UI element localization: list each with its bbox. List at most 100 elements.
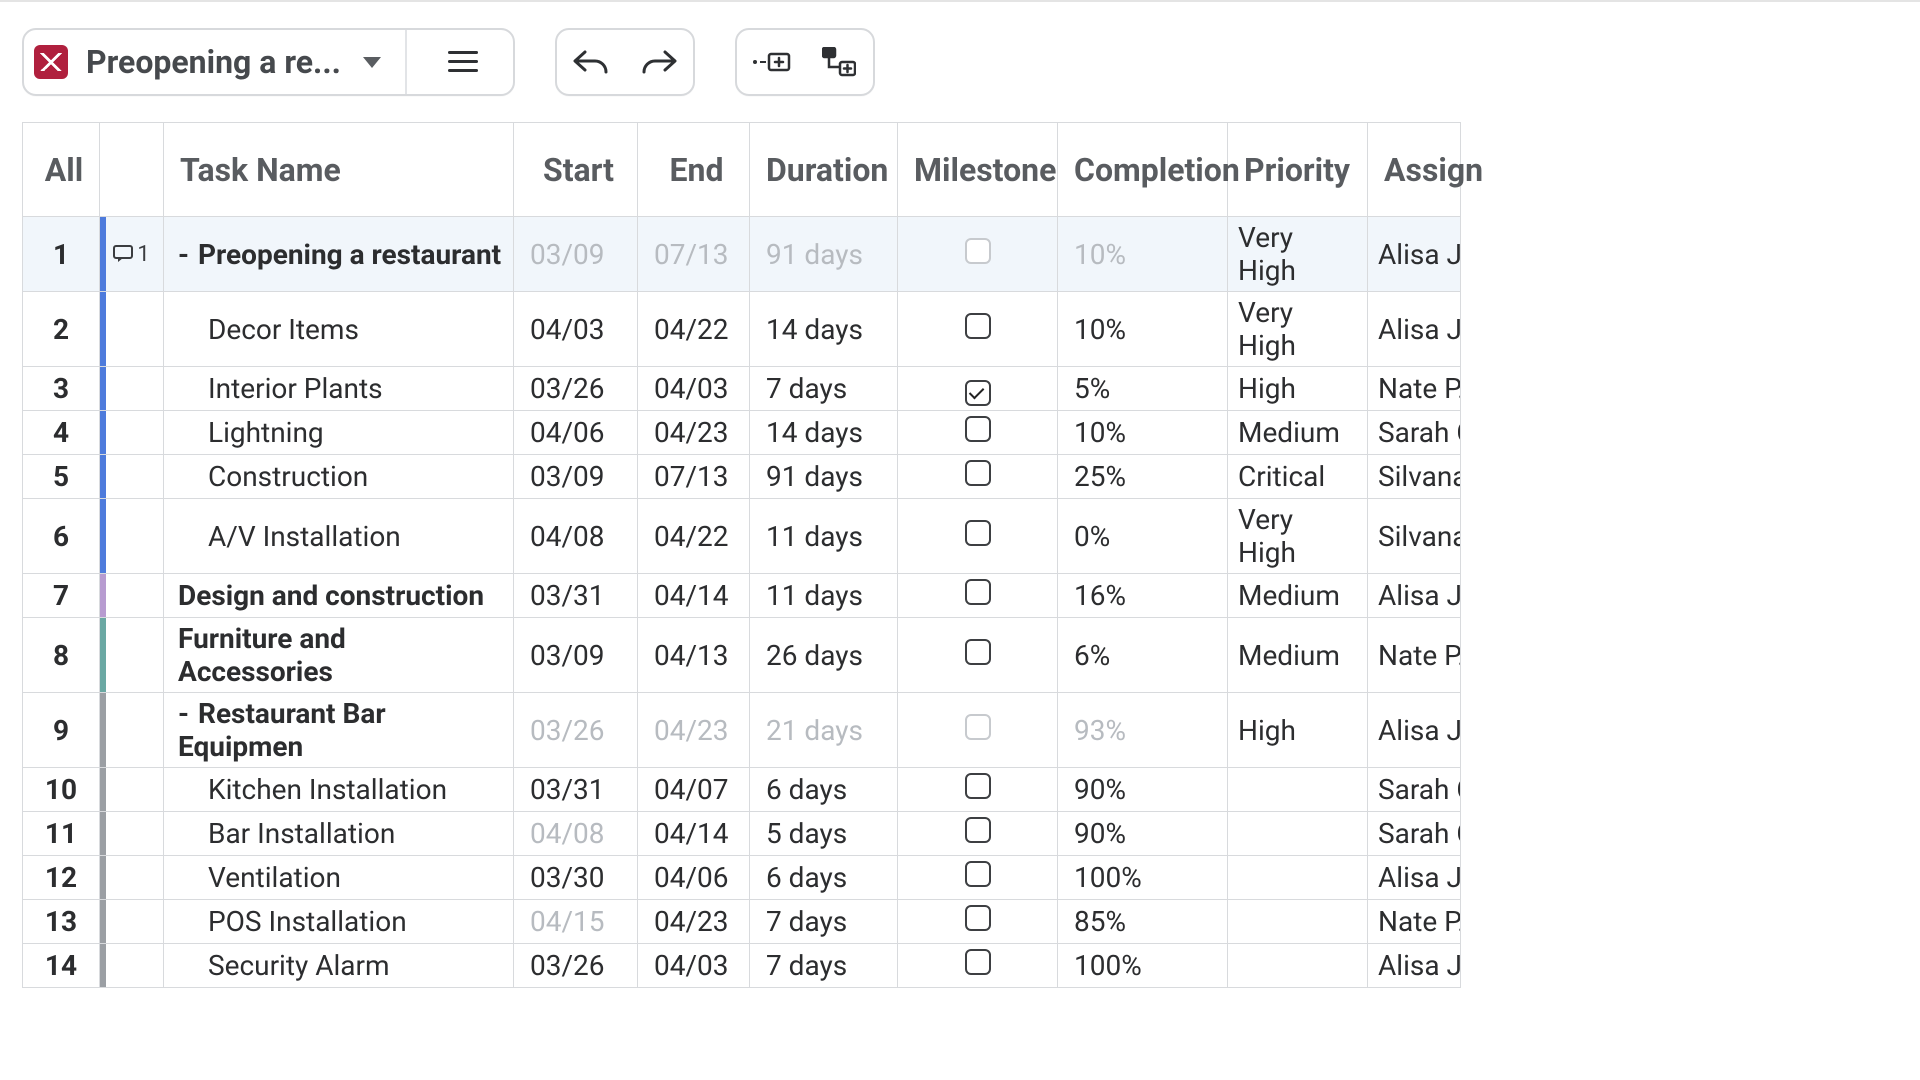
milestone-cell[interactable] xyxy=(898,499,1058,574)
completion-cell[interactable]: 10% xyxy=(1058,217,1228,292)
end-cell[interactable]: 04/14 xyxy=(638,574,750,618)
table-row[interactable]: 5Construction03/0907/1391 days25%Critica… xyxy=(23,455,1461,499)
end-cell[interactable]: 04/07 xyxy=(638,768,750,812)
priority-cell[interactable]: Very High xyxy=(1228,217,1368,292)
assigned-cell[interactable]: Sarah C xyxy=(1368,768,1461,812)
completion-cell[interactable]: 10% xyxy=(1058,411,1228,455)
assigned-cell[interactable]: Alisa J. xyxy=(1368,693,1461,768)
start-cell[interactable]: 04/06 xyxy=(514,411,638,455)
collapse-toggle[interactable]: - xyxy=(178,238,192,271)
table-row[interactable]: 7Design and construction03/3104/1411 day… xyxy=(23,574,1461,618)
completion-cell[interactable]: 25% xyxy=(1058,455,1228,499)
assigned-cell[interactable]: Alisa J. xyxy=(1368,856,1461,900)
milestone-cell[interactable] xyxy=(898,367,1058,411)
start-cell[interactable]: 04/15 xyxy=(514,900,638,944)
duration-cell[interactable]: 14 days xyxy=(750,411,898,455)
assigned-cell[interactable]: Sarah C xyxy=(1368,812,1461,856)
completion-cell[interactable]: 10% xyxy=(1058,292,1228,367)
completion-cell[interactable]: 6% xyxy=(1058,618,1228,693)
row-number[interactable]: 4 xyxy=(23,411,100,455)
milestone-cell[interactable] xyxy=(898,856,1058,900)
table-row[interactable]: 8Furniture and Accessories03/0904/1326 d… xyxy=(23,618,1461,693)
start-cell[interactable]: 03/09 xyxy=(514,455,638,499)
completion-cell[interactable]: 100% xyxy=(1058,944,1228,988)
header-end[interactable]: End xyxy=(638,123,750,217)
milestone-checkbox[interactable] xyxy=(965,579,991,605)
end-cell[interactable]: 04/22 xyxy=(638,292,750,367)
start-cell[interactable]: 03/31 xyxy=(514,768,638,812)
menu-button[interactable] xyxy=(431,30,495,94)
task-cell[interactable]: -Restaurant Bar Equipmen xyxy=(164,693,514,768)
duration-cell[interactable]: 7 days xyxy=(750,367,898,411)
row-number[interactable]: 12 xyxy=(23,856,100,900)
task-cell[interactable]: A/V Installation xyxy=(164,499,514,574)
milestone-checkbox[interactable] xyxy=(965,416,991,442)
milestone-checkbox[interactable] xyxy=(965,380,991,406)
comment-badge[interactable]: 1 xyxy=(110,221,153,287)
end-cell[interactable]: 04/03 xyxy=(638,944,750,988)
priority-cell[interactable] xyxy=(1228,900,1368,944)
row-number[interactable]: 2 xyxy=(23,292,100,367)
assigned-cell[interactable]: Alisa J. xyxy=(1368,217,1461,292)
completion-cell[interactable]: 5% xyxy=(1058,367,1228,411)
milestone-cell[interactable] xyxy=(898,574,1058,618)
priority-cell[interactable] xyxy=(1228,856,1368,900)
completion-cell[interactable]: 0% xyxy=(1058,499,1228,574)
duration-cell[interactable]: 14 days xyxy=(750,292,898,367)
assigned-cell[interactable]: Alisa J. xyxy=(1368,944,1461,988)
row-number[interactable]: 9 xyxy=(23,693,100,768)
start-cell[interactable]: 03/26 xyxy=(514,944,638,988)
end-cell[interactable]: 04/22 xyxy=(638,499,750,574)
table-row[interactable]: 12Ventilation03/3004/066 days100%Alisa J… xyxy=(23,856,1461,900)
start-cell[interactable]: 03/30 xyxy=(514,856,638,900)
header-all[interactable]: All xyxy=(23,123,100,217)
header-completion[interactable]: Completion xyxy=(1058,123,1228,217)
end-cell[interactable]: 04/06 xyxy=(638,856,750,900)
header-milestone[interactable]: Milestone xyxy=(898,123,1058,217)
milestone-checkbox[interactable] xyxy=(965,238,991,264)
milestone-cell[interactable] xyxy=(898,618,1058,693)
task-cell[interactable]: Decor Items xyxy=(164,292,514,367)
undo-button[interactable] xyxy=(557,30,625,94)
assigned-cell[interactable]: Nate P. xyxy=(1368,900,1461,944)
end-cell[interactable]: 04/23 xyxy=(638,411,750,455)
header-task[interactable]: Task Name xyxy=(164,123,514,217)
completion-cell[interactable]: 90% xyxy=(1058,768,1228,812)
end-cell[interactable]: 04/23 xyxy=(638,693,750,768)
table-row[interactable]: 11-Preopening a restaurant03/0907/1391 d… xyxy=(23,217,1461,292)
task-cell[interactable]: Bar Installation xyxy=(164,812,514,856)
header-assigned[interactable]: Assign xyxy=(1368,123,1461,217)
priority-cell[interactable]: Critical xyxy=(1228,455,1368,499)
priority-cell[interactable]: Medium xyxy=(1228,411,1368,455)
end-cell[interactable]: 04/14 xyxy=(638,812,750,856)
end-cell[interactable]: 07/13 xyxy=(638,217,750,292)
task-cell[interactable]: Lightning xyxy=(164,411,514,455)
assigned-cell[interactable]: Sarah C xyxy=(1368,411,1461,455)
table-row[interactable]: 10Kitchen Installation03/3104/076 days90… xyxy=(23,768,1461,812)
table-row[interactable]: 11Bar Installation04/0804/145 days90%Sar… xyxy=(23,812,1461,856)
assigned-cell[interactable]: Nate P. xyxy=(1368,618,1461,693)
insert-task-button[interactable] xyxy=(737,30,805,94)
project-title[interactable]: Preopening a re... xyxy=(86,43,341,81)
duration-cell[interactable]: 7 days xyxy=(750,900,898,944)
priority-cell[interactable]: High xyxy=(1228,367,1368,411)
task-cell[interactable]: Ventilation xyxy=(164,856,514,900)
milestone-cell[interactable] xyxy=(898,944,1058,988)
redo-button[interactable] xyxy=(625,30,693,94)
priority-cell[interactable] xyxy=(1228,944,1368,988)
insert-subtask-button[interactable] xyxy=(805,30,873,94)
table-row[interactable]: 6A/V Installation04/0804/2211 days0%Very… xyxy=(23,499,1461,574)
duration-cell[interactable]: 7 days xyxy=(750,944,898,988)
table-row[interactable]: 13POS Installation04/1504/237 days85%Nat… xyxy=(23,900,1461,944)
milestone-checkbox[interactable] xyxy=(965,520,991,546)
task-grid[interactable]: All Task Name Start End Duration Milesto… xyxy=(22,122,1461,988)
milestone-checkbox[interactable] xyxy=(965,773,991,799)
duration-cell[interactable]: 26 days xyxy=(750,618,898,693)
milestone-checkbox[interactable] xyxy=(965,905,991,931)
table-row[interactable]: 14Security Alarm03/2604/037 days100%Alis… xyxy=(23,944,1461,988)
task-cell[interactable]: -Preopening a restaurant xyxy=(164,217,514,292)
header-duration[interactable]: Duration xyxy=(750,123,898,217)
duration-cell[interactable]: 91 days xyxy=(750,217,898,292)
completion-cell[interactable]: 90% xyxy=(1058,812,1228,856)
row-number[interactable]: 10 xyxy=(23,768,100,812)
